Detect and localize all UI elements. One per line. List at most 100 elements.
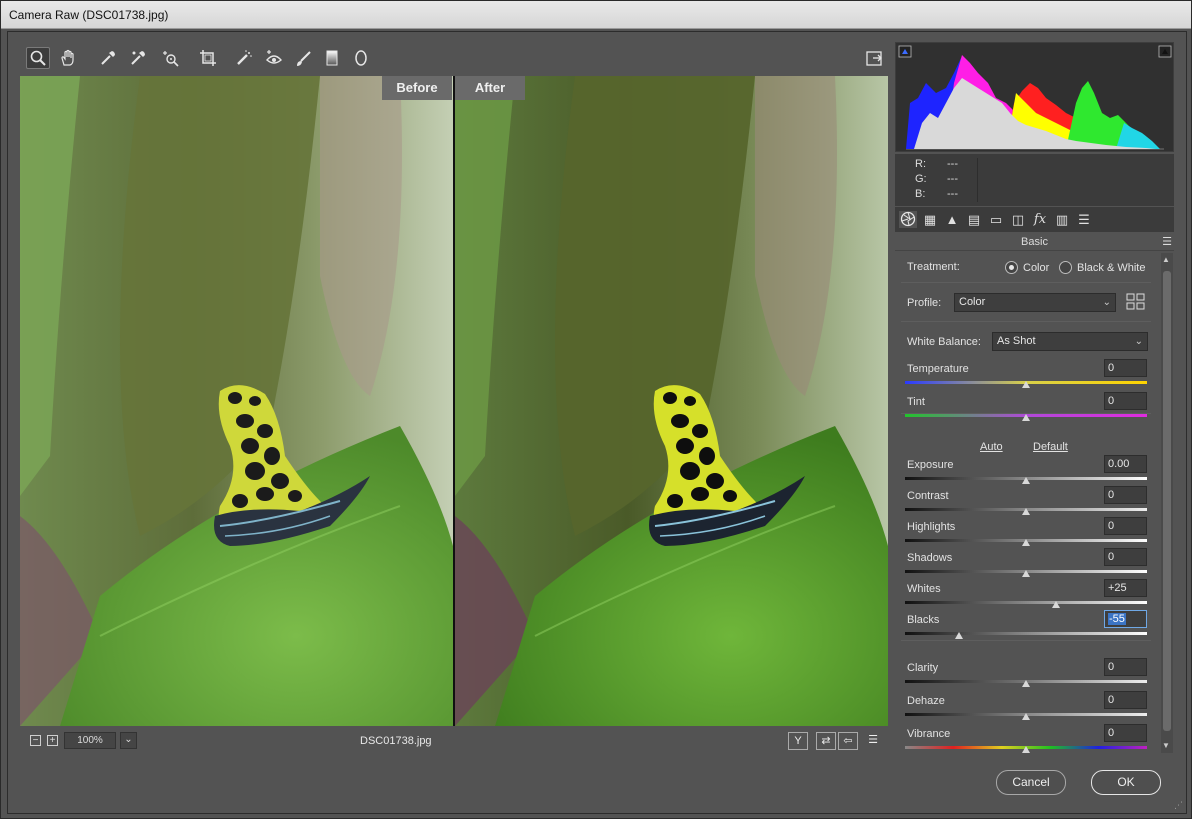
exposure-slider-thumb[interactable]	[1022, 477, 1030, 484]
preview-settings-icon[interactable]: ☰	[863, 732, 883, 750]
temperature-slider-thumb[interactable]	[1022, 381, 1030, 388]
treatment-color-label: Color	[1023, 262, 1050, 274]
before-pane[interactable]: Before	[20, 76, 453, 726]
tab-split-toning[interactable]: ▭	[987, 211, 1005, 228]
color-sampler-tool-icon[interactable]	[126, 47, 150, 69]
hand-tool-icon[interactable]	[56, 47, 80, 69]
whites-input[interactable]: +25	[1104, 579, 1147, 597]
temperature-input[interactable]: 0	[1104, 359, 1147, 377]
white-balance-label: White Balance:	[907, 336, 981, 348]
graduated-filter-icon[interactable]	[320, 47, 344, 69]
clarity-slider-thumb[interactable]	[1022, 680, 1030, 687]
r-label: R:	[915, 158, 926, 170]
camera-raw-dialog: Before After − + 100% ⌄ DSC01738.jpg Y ⇄…	[7, 31, 1187, 814]
panel-scrollbar[interactable]: ▲ ▼	[1161, 253, 1173, 753]
divider	[901, 321, 1151, 322]
copy-settings-button[interactable]: ⇦	[838, 732, 858, 750]
blacks-input[interactable]: -55	[1104, 610, 1147, 628]
fullscreen-icon[interactable]	[862, 47, 886, 69]
blacks-label: Blacks	[907, 614, 940, 626]
contrast-input[interactable]: 0	[1104, 486, 1147, 504]
vibrance-input[interactable]: 0	[1104, 724, 1147, 742]
spot-removal-tool-icon[interactable]	[232, 47, 256, 69]
vibrance-slider-thumb[interactable]	[1022, 746, 1030, 753]
vibrance-label: Vibrance	[907, 728, 951, 740]
zoom-dropdown[interactable]: ⌄	[120, 732, 137, 749]
panel-menu-icon[interactable]: ☰	[1162, 235, 1172, 248]
shadows-label: Shadows	[907, 552, 953, 564]
profile-value: Color	[959, 296, 986, 308]
scroll-up-icon[interactable]: ▲	[1162, 255, 1170, 264]
after-label: After	[455, 76, 525, 100]
exposure-input[interactable]: 0.00	[1104, 455, 1147, 473]
adjustment-brush-icon[interactable]	[292, 47, 316, 69]
before-photo	[20, 76, 453, 726]
scroll-down-icon[interactable]: ▼	[1162, 741, 1170, 750]
zoom-in-button[interactable]: +	[47, 735, 58, 746]
tint-slider-thumb[interactable]	[1022, 414, 1030, 421]
basic-panel: Basic ☰ Treatment: Color Black & White P…	[895, 233, 1174, 753]
scrollbar-thumb[interactable]	[1163, 271, 1171, 731]
auto-link[interactable]: Auto	[980, 441, 1003, 453]
b-label: B:	[915, 188, 926, 200]
title-bar: Camera Raw (DSC01738.jpg)	[1, 1, 1191, 29]
treatment-label: Treatment:	[907, 261, 960, 273]
rgb-separator	[977, 158, 978, 202]
shadows-slider-thumb[interactable]	[1022, 570, 1030, 577]
zoom-out-button[interactable]: −	[30, 735, 41, 746]
divider	[901, 282, 1151, 283]
clarity-input[interactable]: 0	[1104, 658, 1147, 676]
ok-button[interactable]: OK	[1091, 770, 1161, 795]
whites-slider-thumb[interactable]	[1052, 601, 1061, 608]
tab-tone-curve[interactable]: ▦	[921, 211, 939, 228]
white-balance-tool-icon[interactable]	[96, 47, 120, 69]
after-pane[interactable]: After	[455, 76, 888, 726]
zoom-tool-icon[interactable]	[26, 47, 50, 69]
blacks-slider-track[interactable]	[905, 632, 1147, 635]
default-link[interactable]: Default	[1033, 441, 1068, 453]
dehaze-slider-thumb[interactable]	[1022, 713, 1030, 720]
profile-select[interactable]: Color ⌄	[954, 293, 1116, 312]
before-after-view-button[interactable]: Y	[788, 732, 808, 750]
contrast-slider-thumb[interactable]	[1022, 508, 1030, 515]
crop-tool-icon[interactable]	[196, 47, 220, 69]
resize-grip-icon[interactable]: ⋰	[1174, 800, 1183, 811]
swap-before-after-button[interactable]: ⇄	[816, 732, 836, 750]
clarity-label: Clarity	[907, 662, 939, 674]
window-title: Camera Raw (DSC01738.jpg)	[9, 8, 169, 22]
tab-basic[interactable]	[899, 211, 917, 228]
tab-hsl[interactable]: ▤	[965, 211, 983, 228]
treatment-bw-label: Black & White	[1077, 262, 1146, 274]
chevron-down-icon: ⌄	[1134, 336, 1143, 347]
dehaze-input[interactable]: 0	[1104, 691, 1147, 709]
red-eye-removal-icon[interactable]	[262, 47, 286, 69]
tab-calibration[interactable]: ▥	[1053, 211, 1071, 228]
targeted-adjustment-tool-icon[interactable]	[158, 47, 182, 69]
tab-presets[interactable]: ☰	[1075, 211, 1093, 228]
cancel-button[interactable]: Cancel	[996, 770, 1066, 795]
tint-input[interactable]: 0	[1104, 392, 1147, 410]
treatment-color-radio[interactable]	[1005, 261, 1018, 274]
b-value: ---	[947, 188, 958, 200]
r-value: ---	[947, 158, 958, 170]
file-name: DSC01738.jpg	[360, 735, 432, 747]
contrast-label: Contrast	[907, 490, 949, 502]
treatment-bw-radio[interactable]	[1059, 261, 1072, 274]
highlights-input[interactable]: 0	[1104, 517, 1147, 535]
zoom-level[interactable]: 100%	[64, 732, 116, 749]
after-photo	[455, 76, 888, 726]
image-preview[interactable]: Before After	[20, 76, 888, 726]
tab-lens[interactable]: ◫	[1009, 211, 1027, 228]
tab-detail[interactable]: ▲	[943, 211, 961, 228]
blacks-slider-thumb[interactable]	[955, 632, 964, 639]
camera-raw-window: Camera Raw (DSC01738.jpg) Before After −…	[0, 0, 1192, 819]
white-balance-select[interactable]: As Shot ⌄	[992, 332, 1148, 351]
panel-tabs: ▦ ▲ ▤ ▭ ◫ fx ▥ ☰	[895, 207, 1174, 232]
tab-effects[interactable]: fx	[1031, 211, 1049, 228]
radial-filter-icon[interactable]	[349, 47, 373, 69]
white-balance-value: As Shot	[997, 335, 1036, 347]
profile-browser-icon[interactable]	[1126, 293, 1146, 311]
whites-slider-track[interactable]	[905, 601, 1147, 604]
shadows-input[interactable]: 0	[1104, 548, 1147, 566]
highlights-slider-thumb[interactable]	[1022, 539, 1030, 546]
